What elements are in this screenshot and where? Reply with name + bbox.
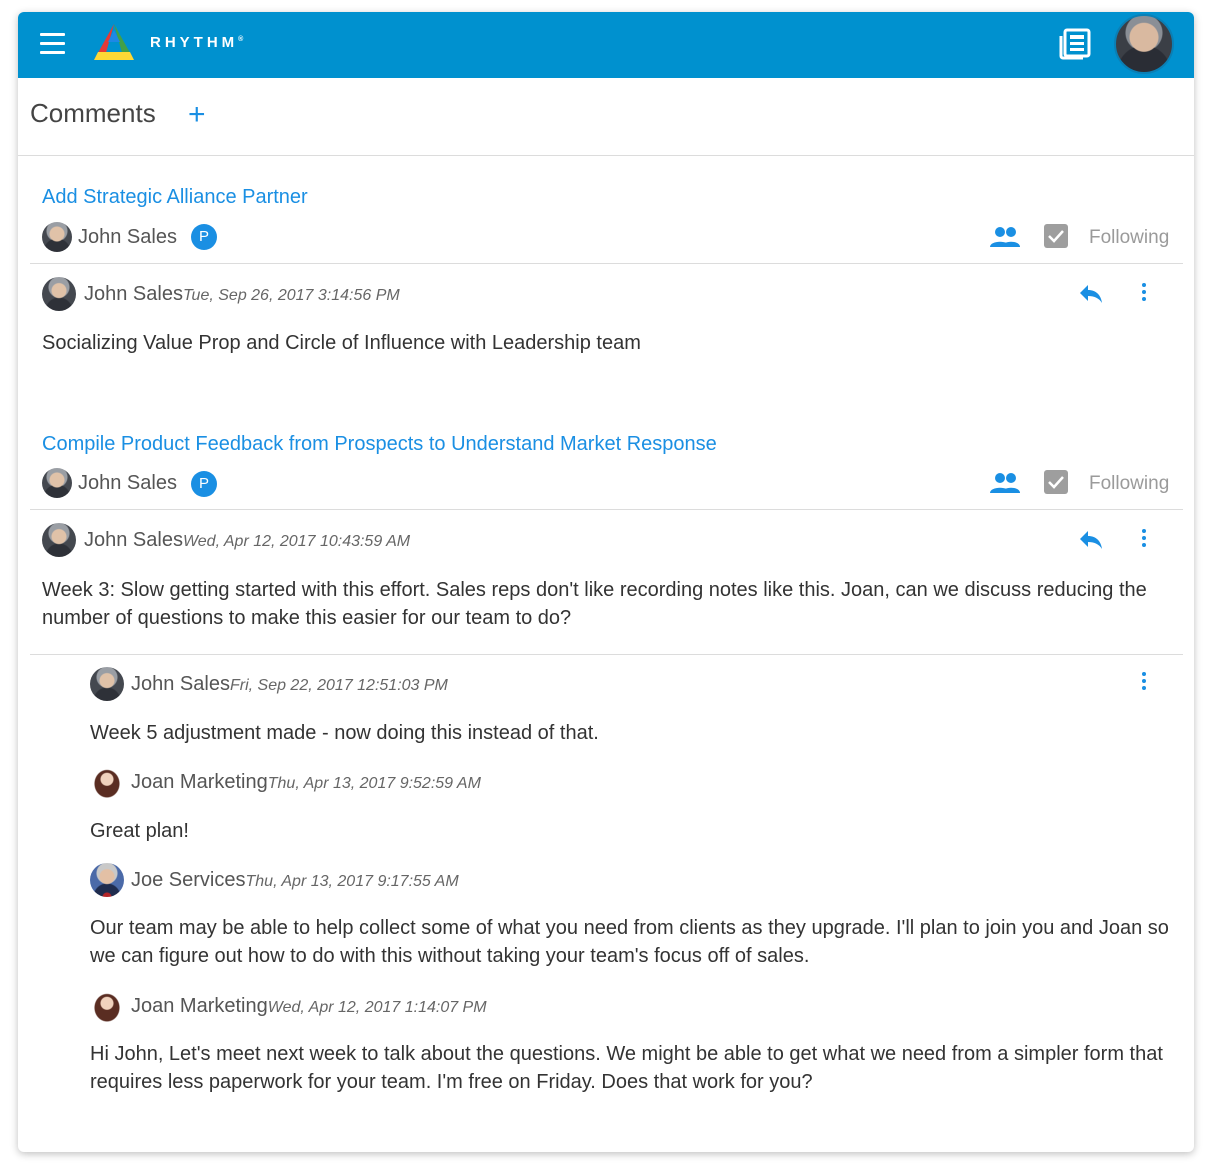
comment-body: Week 3: Slow getting started with this e… [42,579,1147,629]
following-label: Following [1089,473,1170,494]
reply-avatar [90,765,124,799]
top-app-bar: RHYTHM® [18,12,1194,78]
thread-title[interactable]: Compile Product Feedback from Prospects … [42,433,717,456]
reply-avatar [90,667,124,701]
reply-timestamp: Fri, Sep 22, 2017 12:51:03 PM [229,677,448,694]
author-avatar [42,277,76,311]
reply-timestamp: Thu, Apr 13, 2017 9:17:55 AM [245,873,459,890]
reply-timestamp: Thu, Apr 13, 2017 9:52:59 AM [267,775,481,792]
rhythm-logo-icon [94,24,134,60]
reply-body: Great plan! [90,820,189,842]
hamburger-icon[interactable] [40,33,65,55]
reply-author: John SalesFri, Sep 22, 2017 12:51:03 PM [131,673,448,695]
more-options-icon[interactable] [1139,672,1149,694]
reply-author: Joe ServicesThu, Apr 13, 2017 9:17:55 AM [131,869,459,891]
priority-badge: P [191,471,217,497]
people-icon[interactable] [990,226,1020,248]
author-avatar [42,523,76,557]
priority-badge: P [191,224,217,250]
divider [30,654,1183,655]
thread-owner: John Sales [78,226,177,248]
reply-body: Hi John, Let's meet next week to talk ab… [90,1043,1163,1093]
thread-owner: John Sales [78,472,177,494]
reply-body: Our team may be able to help collect som… [90,917,1169,967]
reply-avatar [90,863,124,897]
newspaper-icon[interactable] [1058,27,1092,61]
brand-name: RHYTHM® [150,34,244,51]
reply-author: Joan MarketingWed, Apr 12, 2017 1:14:07 … [131,995,487,1017]
reply-avatar [90,989,124,1023]
follow-checkbox[interactable] [1044,224,1068,248]
owner-avatar [42,468,72,498]
following-label: Following [1089,227,1170,248]
owner-avatar [42,222,72,252]
more-options-icon[interactable] [1139,283,1149,305]
reply-icon[interactable] [1078,528,1104,550]
comment-timestamp: Tue, Sep 26, 2017 3:14:56 PM [182,287,400,304]
people-icon[interactable] [990,472,1020,494]
page-title: Comments [30,98,156,128]
comment-author: John SalesTue, Sep 26, 2017 3:14:56 PM [84,283,400,305]
user-avatar[interactable] [1114,14,1174,74]
follow-checkbox[interactable] [1044,470,1068,494]
comment-body: Socializing Value Prop and Circle of Inf… [42,332,641,354]
add-comment-button[interactable]: + [188,100,206,130]
comment-author: John SalesWed, Apr 12, 2017 10:43:59 AM [84,529,411,551]
thread-title[interactable]: Add Strategic Alliance Partner [42,186,308,209]
comment-timestamp: Wed, Apr 12, 2017 10:43:59 AM [182,533,411,550]
more-options-icon[interactable] [1139,529,1149,551]
reply-author: Joan MarketingThu, Apr 13, 2017 9:52:59 … [131,771,481,793]
comments-card: RHYTHM® Comments + Add Strategic Allianc… [18,12,1194,1152]
divider [30,509,1183,510]
divider [18,155,1194,156]
reply-body: Week 5 adjustment made - now doing this … [90,722,599,744]
reply-icon[interactable] [1078,282,1104,304]
divider [30,263,1183,264]
reply-timestamp: Wed, Apr 12, 2017 1:14:07 PM [267,999,487,1016]
